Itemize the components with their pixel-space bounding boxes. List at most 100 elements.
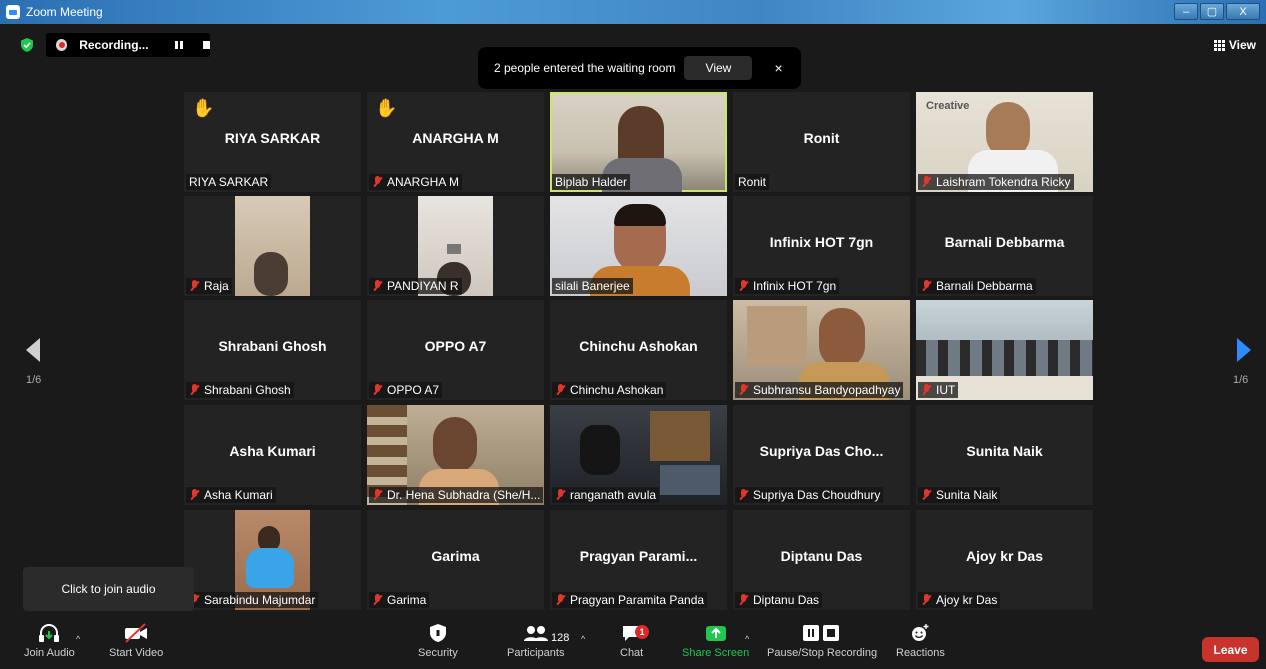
pause-stop-recording-label: Pause/Stop Recording [767, 647, 878, 659]
participant-tile[interactable]: Subhransu Bandyopadhyay [733, 300, 910, 400]
pause-stop-recording-icon [803, 625, 840, 641]
participant-name-text: Shrabani Ghosh [204, 383, 291, 397]
participant-name-text: Ajoy kr Das [936, 593, 998, 607]
participant-name-text: Biplab Halder [555, 175, 628, 189]
recording-label: Recording... [79, 38, 149, 52]
participant-tile[interactable]: ranganath avula [550, 405, 727, 505]
participant-tile[interactable]: Dr. Hena Subhadra (She/H... [367, 405, 544, 505]
waiting-room-view-button[interactable]: View [684, 56, 753, 80]
maximize-button[interactable]: ▢ [1200, 3, 1224, 20]
title-bar: Zoom Meeting – ▢ X [0, 0, 1266, 24]
participants-label: Participants [507, 647, 565, 659]
share-options-caret-icon[interactable]: ^ [745, 634, 749, 644]
muted-mic-icon [189, 384, 200, 396]
participant-name-text: Supriya Das Choudhury [753, 488, 881, 502]
participant-name-text: Asha Kumari [204, 488, 273, 502]
participant-tile[interactable]: Barnali Debbarma Barnali Debbarma [916, 196, 1093, 296]
participant-tile[interactable]: Sarabindu Majumdar [184, 510, 361, 610]
participant-tile[interactable]: PANDIYAN R [367, 196, 544, 296]
share-screen-label: Share Screen [682, 647, 750, 659]
muted-mic-icon [372, 280, 383, 292]
participant-name-text: Raja [204, 279, 229, 293]
participant-tile[interactable]: Asha Kumari Asha Kumari [184, 405, 361, 505]
chat-unread-badge: 1 [635, 625, 649, 639]
participant-name-label: ANARGHA M [369, 174, 463, 190]
participant-tile[interactable]: Supriya Das Cho... Supriya Das Choudhury [733, 405, 910, 505]
participant-name-text: Sarabindu Majumdar [204, 593, 316, 607]
join-audio-button[interactable]: Join Audio [24, 623, 75, 669]
participant-display-name: RIYA SARKAR [224, 130, 321, 146]
minimize-button[interactable]: – [1174, 3, 1198, 20]
participant-name-text: ANARGHA M [387, 175, 460, 189]
stop-recording-icon[interactable] [202, 41, 210, 49]
muted-mic-icon [921, 280, 932, 292]
participant-name-label: ranganath avula [552, 487, 660, 503]
audio-options-caret-icon[interactable]: ^ [76, 634, 80, 644]
pause-recording-icon[interactable] [174, 41, 183, 49]
pause-stop-recording-button[interactable]: Pause/Stop Recording [767, 623, 877, 669]
participant-tile[interactable]: Shrabani Ghosh Shrabani Ghosh [184, 300, 361, 400]
security-shield-icon [429, 624, 446, 642]
participant-tile[interactable]: Biplab Halder [550, 92, 727, 192]
share-screen-icon [705, 626, 726, 641]
participant-name-text: silali Banerjee [555, 279, 630, 293]
participant-name-label: OPPO A7 [369, 382, 443, 398]
participant-name-text: RIYA SARKAR [189, 175, 269, 189]
participant-tile[interactable]: ✋ ANARGHA M ANARGHA M [367, 92, 544, 192]
participant-tile[interactable]: Raja [184, 196, 361, 296]
participant-name-label: Diptanu Das [735, 592, 823, 608]
participant-tile[interactable]: Chinchu Ashokan Chinchu Ashokan [550, 300, 727, 400]
participants-button[interactable]: Participants [507, 623, 564, 669]
leave-button[interactable]: Leave [1202, 637, 1259, 662]
reactions-button[interactable]: Reactions [896, 623, 945, 669]
participant-tile[interactable]: Creative Laishram Tokendra Ricky [916, 92, 1093, 192]
security-button[interactable]: Security [418, 623, 458, 669]
participant-tile[interactable]: Infinix HOT 7gn Infinix HOT 7gn [733, 196, 910, 296]
participant-tile[interactable]: IUT [916, 300, 1093, 400]
recording-indicator: Recording... [46, 33, 210, 57]
waiting-room-banner: 2 people entered the waiting room View × [478, 47, 801, 89]
participant-tile[interactable]: Garima Garima [367, 510, 544, 610]
window-title: Zoom Meeting [26, 5, 103, 19]
participant-display-name: ANARGHA M [412, 130, 499, 146]
participant-name-label: Raja [186, 278, 232, 294]
participant-display-name: Shrabani Ghosh [218, 338, 327, 354]
encryption-shield-icon[interactable] [20, 38, 34, 52]
muted-mic-icon [189, 280, 200, 292]
participant-name-text: Pragyan Paramita Panda [570, 593, 705, 607]
participant-name-text: Ronit [738, 175, 767, 189]
security-label: Security [418, 647, 458, 659]
muted-mic-icon [189, 489, 200, 501]
participant-display-name: OPPO A7 [424, 338, 487, 354]
participant-tile[interactable]: Sunita Naik Sunita Naik [916, 405, 1093, 505]
muted-mic-icon [921, 176, 932, 188]
close-window-button[interactable]: X [1226, 3, 1260, 20]
participant-tile[interactable]: OPPO A7 OPPO A7 [367, 300, 544, 400]
participant-display-name: Garima [431, 548, 480, 564]
participant-tile[interactable]: Ajoy kr Das Ajoy kr Das [916, 510, 1093, 610]
participant-tile[interactable]: Diptanu Das Diptanu Das [733, 510, 910, 610]
participants-caret-icon[interactable]: ^ [581, 634, 585, 644]
participant-name-text: Garima [387, 593, 427, 607]
share-screen-button[interactable]: Share Screen [682, 623, 749, 669]
participant-tile[interactable]: ✋ RIYA SARKAR RIYA SARKAR [184, 92, 361, 192]
participant-tile[interactable]: Ronit Ronit [733, 92, 910, 192]
participant-display-name: Diptanu Das [780, 548, 863, 564]
waiting-room-close-icon[interactable]: × [774, 60, 782, 76]
participant-display-name: Supriya Das Cho... [759, 443, 884, 459]
participant-display-name: Ajoy kr Das [965, 548, 1044, 564]
participant-name-text: Dr. Hena Subhadra (She/H... [387, 488, 541, 502]
previous-page-arrow-icon[interactable] [26, 338, 40, 362]
muted-mic-icon [372, 384, 383, 396]
zoom-logo-icon [6, 5, 20, 19]
start-video-button[interactable]: Start Video [109, 623, 163, 669]
next-page-arrow-icon[interactable] [1237, 338, 1251, 362]
participant-tile[interactable]: silali Banerjee [550, 196, 727, 296]
participant-name-label: Chinchu Ashokan [552, 382, 667, 398]
muted-mic-icon [555, 594, 566, 606]
participant-tile[interactable]: Pragyan Parami... Pragyan Paramita Panda [550, 510, 727, 610]
view-button[interactable]: View [1213, 38, 1256, 52]
record-dot-icon [56, 39, 68, 51]
participant-display-name: Chinchu Ashokan [579, 338, 698, 354]
chat-label: Chat [620, 647, 644, 659]
